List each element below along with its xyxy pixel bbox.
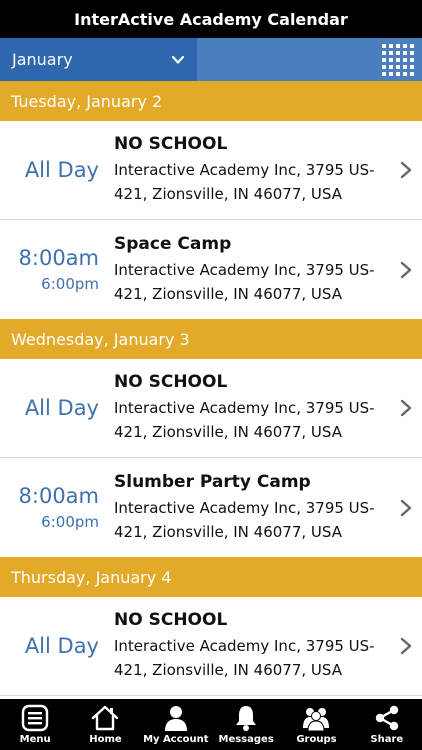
chevron-right-icon [400, 161, 412, 179]
event-title: NO SCHOOL [114, 134, 228, 154]
event-start-time: 8:00am [18, 484, 99, 509]
event-list[interactable]: Tuesday, January 2 All Day NO SCHOOL Int… [0, 81, 422, 699]
month-select[interactable]: January [0, 38, 197, 81]
tab-menu[interactable]: Menu [0, 699, 70, 750]
share-icon [375, 705, 398, 731]
tab-my-account[interactable]: My Account [141, 699, 211, 750]
event-start-time: 8:00am [18, 246, 99, 271]
event-location-line2: 421, Zionsville, IN 46077, USA [114, 284, 342, 303]
month-bar-spacer [197, 38, 374, 81]
event-location-line1: Interactive Academy Inc, 3795 US- [114, 637, 375, 655]
tab-label: Home [89, 734, 122, 745]
day-header-label: Tuesday, January 2 [11, 91, 163, 111]
event-row[interactable]: All Day NO SCHOOL Interactive Academy In… [0, 359, 422, 458]
app-title: InterActive Academy Calendar [74, 9, 348, 29]
grid-icon [382, 43, 414, 76]
event-all-day: All Day [24, 158, 99, 182]
account-icon [164, 706, 187, 731]
tab-share[interactable]: Share [352, 699, 422, 750]
home-icon [92, 705, 119, 731]
event-title: Slumber Party Camp [114, 471, 311, 492]
event-location-line2: 421, Zionsville, IN 46077, USA [114, 185, 342, 203]
tab-label: Groups [296, 734, 337, 745]
event-location-line2: 421, Zionsville, IN 46077, USA [114, 423, 342, 441]
event-title: NO SCHOOL [114, 610, 228, 630]
app-title-bar: InterActive Academy Calendar [0, 0, 422, 38]
event-location-line2: 421, Zionsville, IN 46077, USA [114, 522, 342, 541]
chevron-right-icon [400, 399, 412, 417]
chevron-right-icon [400, 637, 412, 655]
day-header: Thursday, January 4 [0, 557, 422, 597]
event-all-day: All Day [24, 634, 99, 658]
event-time: All Day [0, 597, 108, 695]
event-info: NO SCHOOL Interactive Academy Inc, 3795 … [108, 372, 422, 444]
event-row[interactable]: 8:00am 6:00pm Space Camp Interactive Aca… [0, 220, 422, 319]
event-info: NO SCHOOL Interactive Academy Inc, 3795 … [108, 610, 422, 682]
month-select-value: January [12, 50, 73, 69]
grid-view-button[interactable] [374, 38, 422, 81]
bell-icon [236, 706, 257, 731]
event-location-line1: Interactive Academy Inc, 3795 US- [114, 161, 375, 179]
month-bar: January [0, 38, 422, 81]
day-header-label: Thursday, January 4 [11, 567, 172, 587]
event-location-line1: Interactive Academy Inc, 3795 US- [114, 498, 375, 517]
event-location-line1: Interactive Academy Inc, 3795 US- [114, 399, 375, 417]
event-title: NO SCHOOL [114, 372, 228, 392]
event-info: NO SCHOOL Interactive Academy Inc, 3795 … [108, 134, 422, 206]
event-row[interactable]: All Day NO SCHOOL Interactive Academy In… [0, 121, 422, 220]
tab-label: Messages [218, 734, 274, 745]
day-header: Tuesday, January 2 [0, 81, 422, 121]
tab-label: Share [370, 734, 404, 745]
chevron-right-icon [400, 261, 412, 278]
bottom-tab-bar: Menu Home My Account Messages Groups Sha… [0, 699, 422, 750]
day-header-label: Wednesday, January 3 [11, 329, 190, 349]
event-location-line1: Interactive Academy Inc, 3795 US- [114, 260, 375, 279]
event-location-line2: 421, Zionsville, IN 46077, USA [114, 661, 342, 679]
tab-label: My Account [143, 734, 209, 745]
event-time: All Day [0, 359, 108, 457]
event-time: 8:00am 6:00pm [0, 458, 108, 557]
event-info: Space Camp Interactive Academy Inc, 3795… [108, 234, 422, 306]
event-end-time: 6:00pm [41, 512, 99, 531]
tab-groups[interactable]: Groups [281, 699, 351, 750]
chevron-right-icon [400, 499, 412, 516]
event-title: Space Camp [114, 233, 232, 254]
groups-icon [303, 708, 330, 732]
chevron-down-icon [171, 55, 185, 64]
event-row[interactable]: All Day NO SCHOOL Interactive Academy In… [0, 597, 422, 696]
event-time: All Day [0, 121, 108, 219]
event-all-day: All Day [24, 396, 99, 420]
event-end-time: 6:00pm [41, 274, 99, 293]
tab-messages[interactable]: Messages [211, 699, 281, 750]
event-info: Slumber Party Camp Interactive Academy I… [108, 472, 422, 544]
event-row[interactable]: 8:00am 6:00pm Slumber Party Camp Interac… [0, 458, 422, 557]
tab-label: Menu [19, 734, 51, 745]
menu-icon [21, 704, 49, 732]
day-header: Wednesday, January 3 [0, 319, 422, 359]
tab-home[interactable]: Home [70, 699, 140, 750]
event-time: 8:00am 6:00pm [0, 220, 108, 319]
